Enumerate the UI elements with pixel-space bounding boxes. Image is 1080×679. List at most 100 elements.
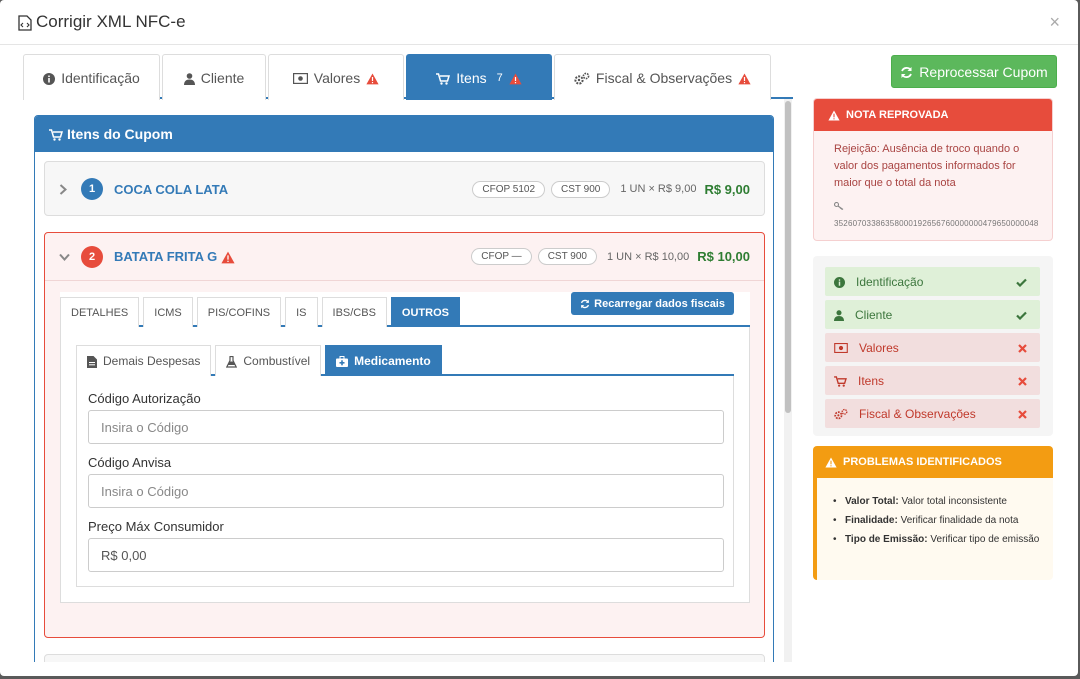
refresh-icon — [580, 298, 590, 310]
gears-icon — [574, 70, 590, 86]
max-price-label: Preço Máx Consumidor — [88, 519, 224, 534]
warning-icon — [828, 109, 840, 121]
item-quantity: 1 UN × R$ 10,00 — [606, 250, 690, 263]
item-header[interactable]: 2 BATATA FRITA G CFOP — CST 900 1 UN × R… — [45, 233, 764, 281]
flask-icon — [226, 354, 238, 368]
x-icon — [1018, 406, 1027, 421]
check-valores[interactable]: Valores — [825, 333, 1040, 362]
money-icon — [292, 70, 308, 86]
refresh-icon — [900, 64, 913, 80]
warning-icon — [221, 249, 235, 264]
outros-tab-body: Demais Despesas Combustível Medicamento — [60, 327, 750, 603]
item-quantity: 1 UN × R$ 9,00 — [620, 183, 697, 195]
medkit-icon — [336, 354, 349, 368]
warning-icon — [509, 70, 522, 86]
reject-message: Rejeição: Ausência de troco quando o val… — [834, 143, 1020, 189]
tab-itens[interactable]: Itens 7 — [406, 54, 552, 100]
check-itens[interactable]: Itens — [825, 366, 1040, 395]
item-detail-tabs: DETALHES ICMS PIS/COFINS IS IBS/CBS OUTR… — [60, 292, 750, 603]
cst-badge: CST 900 — [551, 180, 611, 198]
subtab-is[interactable]: IS — [285, 297, 318, 327]
subtab-ibs-cbs[interactable]: IBS/CBS — [321, 297, 387, 327]
max-price-input[interactable] — [88, 538, 724, 572]
items-scroll-area: Itens do Cupom 1 COCA COLA LATA CFOP 510… — [24, 99, 784, 662]
x-icon — [1018, 340, 1027, 355]
check-identificacao[interactable]: Identificação — [825, 267, 1040, 296]
warning-icon — [825, 456, 837, 468]
check-cliente[interactable]: Cliente — [825, 300, 1040, 329]
warning-icon — [366, 70, 379, 86]
item-price: R$ 10,00 — [697, 249, 750, 264]
user-icon — [834, 308, 844, 322]
item-card[interactable]: 1 COCA COLA LATA CFOP 5102 CST 900 1 UN … — [44, 161, 765, 216]
cfop-badge: CFOP 5102 — [472, 180, 546, 198]
tab-fiscal-observacoes[interactable]: Fiscal & Observações — [554, 54, 771, 100]
cart-icon — [834, 374, 847, 388]
file-code-icon — [18, 12, 32, 32]
subtab-detalhes[interactable]: DETALHES — [60, 297, 140, 327]
innertab-demais-despesas[interactable]: Demais Despesas — [76, 345, 212, 376]
cfop-badge: CFOP — — [471, 248, 532, 265]
main-tabs: Identificação Cliente Valores Itens 7 Fi… — [23, 54, 793, 100]
modal-title: Corrigir XML NFC-e — [18, 12, 186, 32]
item-summary: CFOP — CST 900 1 UN × R$ 10,00 R$ 10,00 — [471, 248, 764, 265]
x-icon — [1018, 373, 1027, 388]
problems-panel-header: PROBLEMAS IDENTIFICADOS — [817, 446, 1053, 478]
key-icon — [834, 200, 844, 210]
subtab-outros[interactable]: OUTROS — [390, 297, 460, 327]
info-icon — [43, 70, 56, 86]
item-number-badge: 1 — [81, 178, 103, 200]
correct-xml-modal: Corrigir XML NFC-e × Identificação Clien… — [0, 0, 1078, 676]
innertab-medicamento[interactable]: Medicamento — [325, 345, 442, 376]
chevron-down-icon[interactable] — [59, 250, 71, 264]
file-icon — [87, 354, 97, 368]
reload-fiscal-button[interactable]: Recarregar dados fiscais — [571, 292, 734, 315]
medicamento-form: Código Autorização Código Anvisa Preço M… — [76, 376, 734, 587]
check-fiscal-observacoes[interactable]: Fiscal & Observações — [825, 399, 1040, 428]
modal-header: Corrigir XML NFC-e × — [0, 0, 1078, 45]
section-checklist: Identificação Cliente Valores Itens Fisc… — [813, 256, 1053, 436]
innertab-combustivel[interactable]: Combustível — [215, 345, 322, 376]
tab-identificacao[interactable]: Identificação — [23, 54, 160, 100]
tab-cliente[interactable]: Cliente — [162, 54, 266, 100]
problems-panel: PROBLEMAS IDENTIFICADOS Valor Total: Val… — [813, 446, 1053, 580]
reprocess-button[interactable]: Reprocessar Cupom — [891, 55, 1057, 88]
close-button[interactable]: × — [1049, 12, 1060, 33]
gears-icon — [834, 407, 848, 421]
item-card-expanded: 2 BATATA FRITA G CFOP — CST 900 1 UN × R… — [44, 232, 765, 638]
problem-item: Tipo de Emissão: Verificar tipo de emiss… — [833, 532, 1043, 547]
scrollbar-thumb[interactable] — [785, 101, 791, 413]
cst-badge: CST 900 — [537, 248, 597, 265]
items-panel: Itens do Cupom 1 COCA COLA LATA CFOP 510… — [34, 115, 774, 662]
cart-icon — [436, 70, 451, 86]
access-key: 3526070338635800019265676000000047965000… — [834, 219, 1039, 228]
chevron-right-icon[interactable] — [59, 182, 71, 196]
item-header[interactable]: 1 COCA COLA LATA CFOP 5102 CST 900 1 UN … — [45, 162, 764, 216]
user-icon — [183, 70, 195, 86]
problem-item: Finalidade: Verificar finalidade da nota — [833, 513, 1043, 528]
warning-icon — [738, 70, 751, 86]
anvisa-code-input[interactable] — [88, 474, 724, 508]
item-name: BATATA FRITA G — [114, 249, 235, 264]
info-icon — [834, 275, 845, 289]
subtab-icms[interactable]: ICMS — [143, 297, 193, 327]
anvisa-code-label: Código Anvisa — [88, 455, 172, 470]
auth-code-input[interactable] — [88, 410, 724, 444]
items-count-badge: 7 — [496, 71, 503, 84]
problem-item: Valor Total: Valor total inconsistente — [833, 494, 1043, 509]
item-price: R$ 9,00 — [704, 181, 750, 197]
subtab-pis-cofins[interactable]: PIS/COFINS — [196, 297, 282, 327]
scrollbar[interactable] — [784, 99, 792, 662]
problems-list: Valor Total: Valor total inconsistente F… — [833, 494, 1043, 551]
money-icon — [834, 341, 848, 355]
item-card[interactable] — [44, 654, 765, 662]
tab-valores[interactable]: Valores — [268, 54, 404, 100]
check-icon — [1016, 307, 1027, 322]
auth-code-label: Código Autorização — [88, 391, 201, 406]
inner-tabs: Demais Despesas Combustível Medicamento — [76, 345, 734, 376]
cart-icon — [49, 126, 63, 142]
item-summary: CFOP 5102 CST 900 1 UN × R$ 9,00 R$ 9,00 — [472, 180, 764, 198]
items-panel-header: Itens do Cupom — [35, 116, 773, 152]
item-number-badge: 2 — [81, 245, 103, 268]
check-icon — [1016, 274, 1027, 289]
